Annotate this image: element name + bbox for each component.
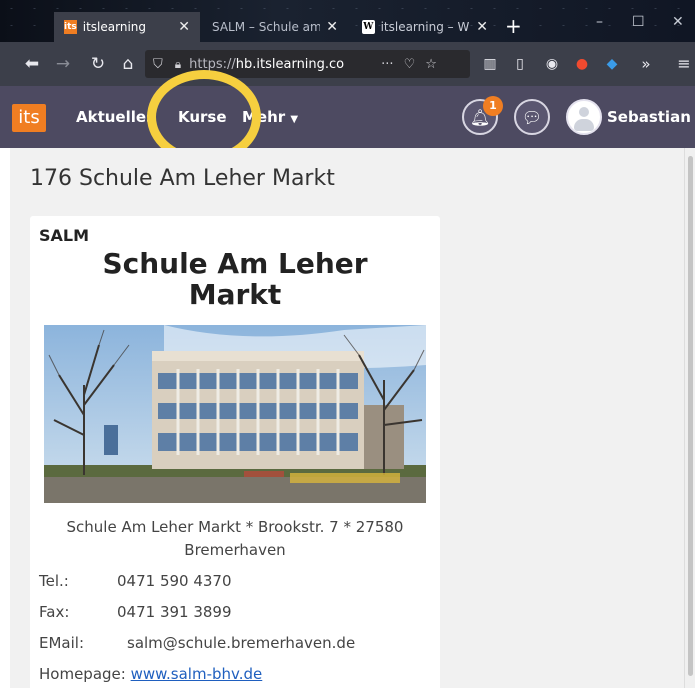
scrollbar-thumb[interactable] <box>688 156 693 676</box>
url-text[interactable]: https://hb.itslearning.co <box>189 57 369 72</box>
homepage-label: Homepage: <box>39 665 126 683</box>
menu-icon[interactable]: ≡ <box>672 52 695 76</box>
home-icon[interactable]: ⌂ <box>116 52 140 76</box>
shield-icon[interactable]: ⛉ <box>153 57 163 72</box>
homepage-row: Homepage: www.salm-bhv.de <box>39 665 262 683</box>
username[interactable]: Sebastian <box>607 108 691 126</box>
school-address: Schule Am Leher Markt * Brookstr. 7 * 27… <box>50 516 420 562</box>
page-scrollbar[interactable] <box>684 148 695 688</box>
window-close-icon[interactable]: ✕ <box>672 14 684 30</box>
tab-wikipedia[interactable]: W itslearning – Wi ✕ <box>352 12 498 42</box>
star-icon[interactable]: ☆ <box>425 57 437 72</box>
back-arrow-icon[interactable]: ⬅ <box>20 52 44 76</box>
extension-icon[interactable]: ● <box>570 52 594 76</box>
new-tab-icon[interactable]: + <box>505 14 522 38</box>
url-prefix: https:// <box>189 56 236 72</box>
close-icon[interactable]: ✕ <box>326 19 338 35</box>
minimize-icon[interactable]: – <box>596 14 603 30</box>
account-icon[interactable]: ◉ <box>540 52 564 76</box>
its-logo[interactable]: its <box>12 104 46 132</box>
fax-label: Fax: <box>39 603 70 621</box>
itslearning-favicon-icon: its <box>64 20 77 34</box>
reload-icon[interactable]: ↻ <box>86 52 110 76</box>
email-value: salm@schule.bremerhaven.de <box>127 634 356 652</box>
close-icon[interactable]: ✕ <box>178 19 190 35</box>
tab-label: SALM – Schule am L <box>212 20 321 34</box>
address-line: Bremerhaven <box>184 541 286 559</box>
nav-aktuelles[interactable]: Aktuelles <box>76 108 155 126</box>
school-name-line: Schule Am Leher <box>102 247 368 280</box>
school-name: Schule Am Leher Markt <box>50 248 420 310</box>
forward-arrow-icon[interactable]: → <box>51 52 75 76</box>
email-row: EMail: salm@schule.bremerhaven.de <box>39 634 355 652</box>
wikipedia-favicon-icon: W <box>362 20 375 34</box>
avatar[interactable] <box>566 99 602 135</box>
email-label: EMail: <box>39 634 84 652</box>
page-title: 176 Schule Am Leher Markt <box>30 166 335 191</box>
tab-label: itslearning – Wi <box>380 20 471 34</box>
overflow-icon[interactable]: » <box>634 52 658 76</box>
browser-navbar: ⬅ → ↻ ⌂ ⛉ 🔒︎ https://hb.itslearning.co ·… <box>0 42 695 86</box>
more-icon[interactable]: ··· <box>381 57 393 72</box>
tel-label: Tel.: <box>39 572 69 590</box>
caret-down-icon: ▼ <box>290 114 299 125</box>
main-content: 176 Schule Am Leher Markt SALM Schule Am… <box>10 148 684 688</box>
tab-label: itslearning <box>82 20 146 34</box>
sidebar-icon[interactable]: ▯ <box>508 52 532 76</box>
school-card: SALM Schule Am Leher Markt Schule Am Leh… <box>30 216 440 688</box>
tab-itslearning[interactable]: its itslearning ✕ <box>54 12 200 42</box>
library-icon[interactable]: ▥ <box>478 52 502 76</box>
chat-bubble-icon: 💬︎ <box>521 107 543 127</box>
fax-row: Fax: 0471 391 3899 <box>39 603 232 621</box>
close-icon[interactable]: ✕ <box>476 19 488 35</box>
tel-value: 0471 590 4370 <box>117 572 232 590</box>
tel-row: Tel.: 0471 590 4370 <box>39 572 232 590</box>
pocket-icon[interactable]: ♡ <box>404 57 416 72</box>
extension-icon[interactable]: ◆ <box>600 52 624 76</box>
url-host: hb.itslearning.co <box>235 56 345 72</box>
browser-tabbar: its itslearning ✕ SALM – Schule am L ✕ W… <box>0 0 695 42</box>
address-line: Schule Am Leher Markt * Brookstr. 7 * 27… <box>66 518 404 536</box>
fax-value: 0471 391 3899 <box>117 603 232 621</box>
tab-salm[interactable]: SALM – Schule am L ✕ <box>202 12 348 42</box>
notification-badge: 1 <box>483 96 503 116</box>
lock-icon[interactable]: 🔒︎ <box>175 57 181 72</box>
messages-button[interactable]: 💬︎ <box>514 99 550 135</box>
school-abbr: SALM <box>39 226 90 245</box>
maximize-icon[interactable]: ☐ <box>632 14 645 30</box>
school-photo <box>44 325 426 503</box>
school-name-line: Markt <box>188 278 282 311</box>
homepage-link[interactable]: www.salm-bhv.de <box>131 665 263 683</box>
its-header: its Aktuelles Kurse Mehr ▼ 🔔︎ 1 💬︎ Sebas… <box>0 86 695 148</box>
